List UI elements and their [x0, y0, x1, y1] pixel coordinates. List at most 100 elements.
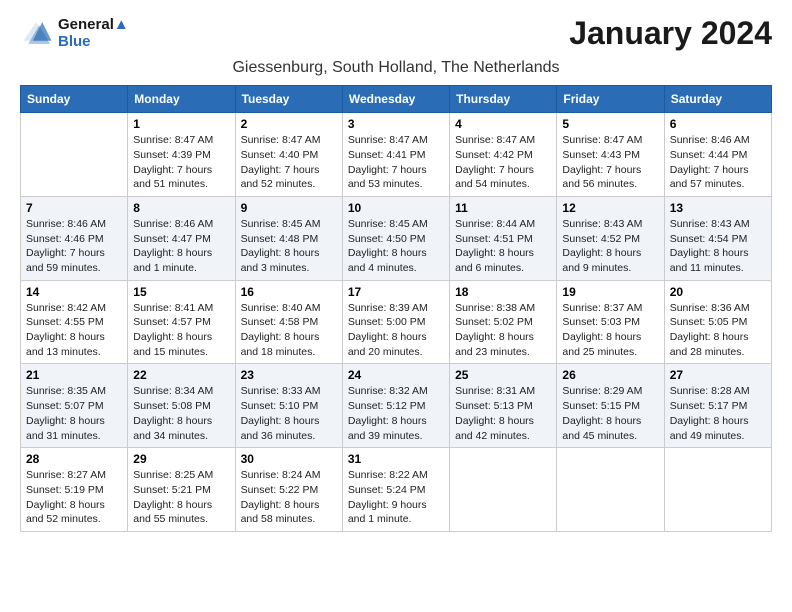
calendar-cell: 5Sunrise: 8:47 AMSunset: 4:43 PMDaylight… — [557, 113, 664, 197]
day-number: 24 — [348, 368, 444, 382]
month-title: January 2024 — [569, 16, 772, 51]
calendar-cell: 13 Sunrise: 8:43 AMSunset: 4:54 PMDayligh… — [664, 196, 771, 280]
day-number: 31 — [348, 452, 444, 466]
calendar-cell: 16 Sunrise: 8:40 AMSunset: 4:58 PMDayligh… — [235, 280, 342, 364]
calendar-cell: 27 Sunrise: 8:28 AMSunset: 5:17 PMDayligh… — [664, 364, 771, 448]
day-info: Sunrise: 8:47 AMSunset: 4:41 PMDaylight:… — [348, 133, 444, 192]
calendar-cell: 23Sunrise: 8:33 AMSunset: 5:10 PMDayligh… — [235, 364, 342, 448]
day-info: Sunrise: 8:46 AMSunset: 4:47 PMDaylight:… — [133, 217, 229, 276]
day-number: 14 — [26, 285, 122, 299]
calendar-cell: 1Sunrise: 8:47 AMSunset: 4:39 PMDaylight… — [128, 113, 235, 197]
day-number: 5 — [562, 117, 658, 131]
day-number: 21 — [26, 368, 122, 382]
weekday-header-sunday: Sunday — [21, 86, 128, 113]
weekday-header-saturday: Saturday — [664, 86, 771, 113]
day-number: 16 — [241, 285, 337, 299]
day-number: 7 — [26, 201, 122, 215]
calendar-cell: 26 Sunrise: 8:29 AMSunset: 5:15 PMDayligh… — [557, 364, 664, 448]
calendar-cell: 10 Sunrise: 8:45 AMSunset: 4:50 PMDayligh… — [342, 196, 449, 280]
day-info: Sunrise: 8:25 AMSunset: 5:21 PMDaylight:… — [133, 468, 229, 527]
calendar-week-row: 1Sunrise: 8:47 AMSunset: 4:39 PMDaylight… — [21, 113, 772, 197]
day-info: Sunrise: 8:44 AMSunset: 4:51 PMDaylight:… — [455, 217, 551, 276]
day-info: Sunrise: 8:29 AMSunset: 5:15 PMDaylight:… — [562, 384, 658, 443]
calendar-cell: 24 Sunrise: 8:32 AMSunset: 5:12 PMDayligh… — [342, 364, 449, 448]
calendar-cell: 19Sunrise: 8:37 AMSunset: 5:03 PMDayligh… — [557, 280, 664, 364]
calendar-cell: 20Sunrise: 8:36 AMSunset: 5:05 PMDayligh… — [664, 280, 771, 364]
day-info: Sunrise: 8:47 AMSunset: 4:42 PMDaylight:… — [455, 133, 551, 192]
day-info: Sunrise: 8:45 AMSunset: 4:50 PMDaylight:… — [348, 217, 444, 276]
day-info: Sunrise: 8:31 AMSunset: 5:13 PMDaylight:… — [455, 384, 551, 443]
calendar-cell: 25 Sunrise: 8:31 AMSunset: 5:13 PMDayligh… — [450, 364, 557, 448]
day-number: 11 — [455, 201, 551, 215]
calendar-cell: 9 Sunrise: 8:45 AMSunset: 4:48 PMDaylight… — [235, 196, 342, 280]
day-info: Sunrise: 8:47 AMSunset: 4:39 PMDaylight:… — [133, 133, 229, 192]
day-number: 3 — [348, 117, 444, 131]
calendar-week-row: 14Sunrise: 8:42 AMSunset: 4:55 PMDayligh… — [21, 280, 772, 364]
calendar-cell — [664, 448, 771, 532]
weekday-header-friday: Friday — [557, 86, 664, 113]
day-number: 2 — [241, 117, 337, 131]
calendar-cell: 3 Sunrise: 8:47 AMSunset: 4:41 PMDaylight… — [342, 113, 449, 197]
day-number: 12 — [562, 201, 658, 215]
calendar-cell: 17Sunrise: 8:39 AMSunset: 5:00 PMDayligh… — [342, 280, 449, 364]
calendar-cell: 30 Sunrise: 8:24 AMSunset: 5:22 PMDayligh… — [235, 448, 342, 532]
day-number: 22 — [133, 368, 229, 382]
day-number: 28 — [26, 452, 122, 466]
day-number: 25 — [455, 368, 551, 382]
calendar-cell: 21 Sunrise: 8:35 AMSunset: 5:07 PMDayligh… — [21, 364, 128, 448]
day-info: Sunrise: 8:24 AMSunset: 5:22 PMDaylight:… — [241, 468, 337, 527]
day-info: Sunrise: 8:45 AMSunset: 4:48 PMDaylight:… — [241, 217, 337, 276]
logo: General▲ Blue — [20, 16, 129, 50]
calendar-cell: 14Sunrise: 8:42 AMSunset: 4:55 PMDayligh… — [21, 280, 128, 364]
day-info: Sunrise: 8:32 AMSunset: 5:12 PMDaylight:… — [348, 384, 444, 443]
calendar-cell: 29 Sunrise: 8:25 AMSunset: 5:21 PMDayligh… — [128, 448, 235, 532]
day-info: Sunrise: 8:43 AMSunset: 4:54 PMDaylight:… — [670, 217, 766, 276]
day-number: 9 — [241, 201, 337, 215]
day-info: Sunrise: 8:35 AMSunset: 5:07 PMDaylight:… — [26, 384, 122, 443]
day-number: 19 — [562, 285, 658, 299]
day-number: 15 — [133, 285, 229, 299]
calendar-cell: 6 Sunrise: 8:46 AMSunset: 4:44 PMDaylight… — [664, 113, 771, 197]
calendar-week-row: 7Sunrise: 8:46 AMSunset: 4:46 PMDaylight… — [21, 196, 772, 280]
day-info: Sunrise: 8:46 AMSunset: 4:44 PMDaylight:… — [670, 133, 766, 192]
calendar-cell: 11 Sunrise: 8:44 AMSunset: 4:51 PMDayligh… — [450, 196, 557, 280]
day-number: 29 — [133, 452, 229, 466]
page-header: General▲ Blue January 2024 — [20, 16, 772, 51]
day-number: 6 — [670, 117, 766, 131]
day-number: 20 — [670, 285, 766, 299]
day-number: 26 — [562, 368, 658, 382]
day-number: 4 — [455, 117, 551, 131]
day-info: Sunrise: 8:34 AMSunset: 5:08 PMDaylight:… — [133, 384, 229, 443]
day-info: Sunrise: 8:38 AMSunset: 5:02 PMDaylight:… — [455, 301, 551, 360]
day-number: 8 — [133, 201, 229, 215]
calendar-cell: 18 Sunrise: 8:38 AMSunset: 5:02 PMDayligh… — [450, 280, 557, 364]
day-number: 27 — [670, 368, 766, 382]
calendar-cell — [450, 448, 557, 532]
day-number: 10 — [348, 201, 444, 215]
calendar-cell — [557, 448, 664, 532]
calendar-week-row: 21 Sunrise: 8:35 AMSunset: 5:07 PMDayligh… — [21, 364, 772, 448]
calendar-table: SundayMondayTuesdayWednesdayThursdayFrid… — [20, 85, 772, 532]
day-info: Sunrise: 8:40 AMSunset: 4:58 PMDaylight:… — [241, 301, 337, 360]
day-info: Sunrise: 8:27 AMSunset: 5:19 PMDaylight:… — [26, 468, 122, 527]
calendar-week-row: 28 Sunrise: 8:27 AMSunset: 5:19 PMDayligh… — [21, 448, 772, 532]
day-info: Sunrise: 8:41 AMSunset: 4:57 PMDaylight:… — [133, 301, 229, 360]
calendar-cell: 22 Sunrise: 8:34 AMSunset: 5:08 PMDayligh… — [128, 364, 235, 448]
day-number: 18 — [455, 285, 551, 299]
calendar-cell: 28 Sunrise: 8:27 AMSunset: 5:19 PMDayligh… — [21, 448, 128, 532]
calendar-cell: 15 Sunrise: 8:41 AMSunset: 4:57 PMDayligh… — [128, 280, 235, 364]
day-number: 13 — [670, 201, 766, 215]
logo-icon — [20, 19, 52, 47]
weekday-header-thursday: Thursday — [450, 86, 557, 113]
day-number: 17 — [348, 285, 444, 299]
day-info: Sunrise: 8:28 AMSunset: 5:17 PMDaylight:… — [670, 384, 766, 443]
weekday-header-row: SundayMondayTuesdayWednesdayThursdayFrid… — [21, 86, 772, 113]
weekday-header-wednesday: Wednesday — [342, 86, 449, 113]
calendar-cell — [21, 113, 128, 197]
title-block: January 2024 — [569, 16, 772, 51]
calendar-cell: 12Sunrise: 8:43 AMSunset: 4:52 PMDayligh… — [557, 196, 664, 280]
day-info: Sunrise: 8:22 AMSunset: 5:24 PMDaylight:… — [348, 468, 444, 527]
calendar-cell: 8 Sunrise: 8:46 AMSunset: 4:47 PMDaylight… — [128, 196, 235, 280]
weekday-header-monday: Monday — [128, 86, 235, 113]
day-number: 30 — [241, 452, 337, 466]
